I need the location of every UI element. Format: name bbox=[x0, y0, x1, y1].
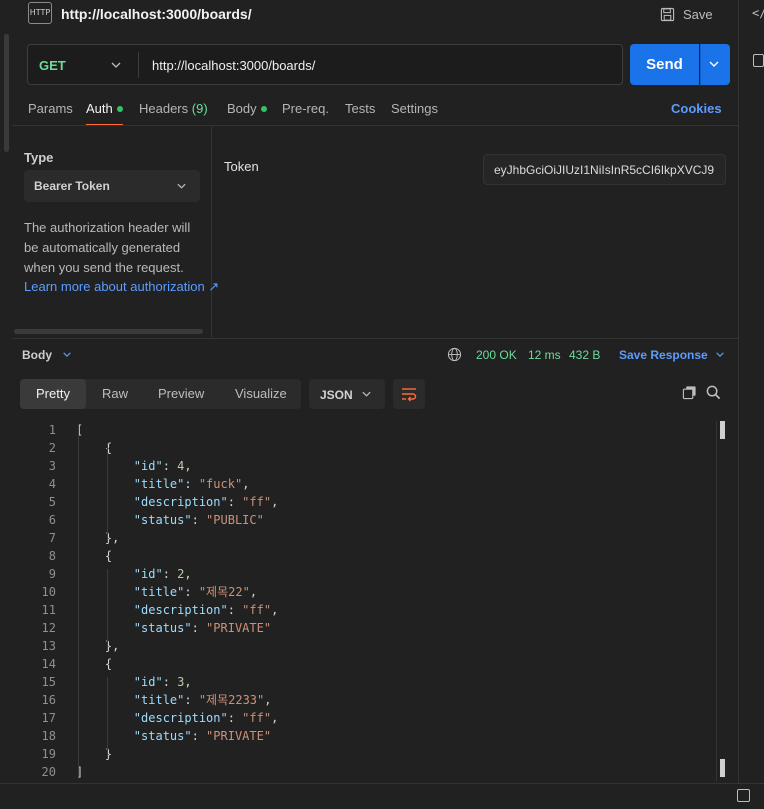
editor-scrollbar-marker[interactable] bbox=[720, 421, 725, 439]
auth-panel-scrollbar[interactable] bbox=[14, 329, 203, 334]
headers-count: (9) bbox=[191, 101, 208, 116]
line-number: 19 bbox=[41, 747, 56, 761]
tab-pretty[interactable]: Pretty bbox=[20, 379, 86, 409]
code-text: "id": 3, bbox=[133, 675, 192, 689]
save-label: Save bbox=[683, 6, 713, 22]
send-button[interactable]: Send bbox=[630, 44, 699, 85]
token-input[interactable] bbox=[483, 154, 726, 185]
line-number: 11 bbox=[41, 603, 56, 617]
tab-raw[interactable]: Raw bbox=[102, 386, 128, 401]
line-number: 18 bbox=[41, 729, 56, 743]
method-select[interactable]: GET bbox=[39, 58, 66, 73]
info-panel-icon[interactable] bbox=[753, 54, 764, 67]
line-number: 8 bbox=[48, 549, 56, 563]
code-text: "status": "PRIVATE" bbox=[133, 621, 272, 635]
tab-prereq[interactable]: Pre-req. bbox=[282, 101, 329, 116]
token-label: Token bbox=[224, 159, 259, 174]
layout-icon[interactable] bbox=[737, 789, 750, 802]
line-number: 16 bbox=[41, 693, 56, 707]
tab-settings[interactable]: Settings bbox=[391, 101, 438, 116]
tab-body[interactable]: Body bbox=[227, 101, 267, 116]
line-number: 6 bbox=[48, 513, 56, 527]
save-response-button[interactable]: Save Response bbox=[619, 348, 708, 362]
code-text: "status": "PUBLIC" bbox=[133, 513, 264, 527]
http-request-icon: HTTP bbox=[28, 2, 52, 24]
tab-headers[interactable]: Headers (9) bbox=[139, 101, 208, 116]
code-text: "title": "제목22", bbox=[133, 585, 258, 599]
chevron-down-icon[interactable] bbox=[110, 60, 122, 70]
code-text: "title": "fuck", bbox=[133, 477, 250, 491]
chevron-down-icon bbox=[709, 61, 719, 67]
chevron-down-icon bbox=[362, 391, 371, 397]
left-scrollbar[interactable] bbox=[4, 34, 9, 152]
line-number: 7 bbox=[48, 531, 56, 545]
line-number: 10 bbox=[41, 585, 56, 599]
code-text: "id": 2, bbox=[133, 567, 192, 581]
indent-guide bbox=[107, 569, 108, 651]
line-number: 4 bbox=[48, 477, 56, 491]
code-text: }, bbox=[76, 531, 120, 545]
line-number: 14 bbox=[41, 657, 56, 671]
tab-body-label: Body bbox=[227, 101, 257, 116]
response-body-select[interactable]: Body bbox=[22, 348, 52, 362]
editor-scroll-track bbox=[716, 421, 717, 781]
code-text: }, bbox=[76, 639, 120, 653]
chevron-down-icon bbox=[177, 183, 186, 189]
tab-auth[interactable]: Auth bbox=[86, 101, 123, 116]
tab-visualize[interactable]: Visualize bbox=[235, 386, 287, 401]
url-input[interactable] bbox=[145, 52, 615, 78]
tab-params[interactable]: Params bbox=[28, 101, 73, 116]
response-divider bbox=[12, 338, 738, 339]
line-number: 2 bbox=[48, 441, 56, 455]
code-text: "status": "PRIVATE" bbox=[133, 729, 272, 743]
status-code[interactable]: 200 OK bbox=[476, 348, 517, 362]
indent-guide bbox=[107, 443, 108, 543]
code-snippet-icon[interactable]: </ bbox=[752, 6, 764, 20]
line-number: 13 bbox=[41, 639, 56, 653]
response-body-editor[interactable]: 1[2 {3 "id": 4, 4 "title": "fuck", 5 "desc… bbox=[0, 421, 716, 781]
auth-type-value: Bearer Token bbox=[34, 179, 110, 193]
format-value: JSON bbox=[320, 388, 353, 402]
line-number: 12 bbox=[41, 621, 56, 635]
globe-icon[interactable] bbox=[447, 347, 462, 362]
auth-type-label: Type bbox=[24, 150, 54, 165]
indent-guide bbox=[107, 677, 108, 759]
line-number: 17 bbox=[41, 711, 56, 725]
learn-more-link[interactable]: Learn more about authorization ↗ bbox=[24, 279, 219, 295]
chevron-down-icon[interactable] bbox=[62, 350, 72, 359]
line-number: 20 bbox=[41, 765, 56, 779]
request-title[interactable]: http://localhost:3000/boards/ bbox=[61, 6, 252, 22]
copy-icon[interactable] bbox=[682, 385, 697, 400]
auth-active-dot bbox=[116, 106, 123, 112]
search-icon[interactable] bbox=[706, 385, 721, 400]
url-divider bbox=[138, 52, 139, 78]
tab-auth-label: Auth bbox=[86, 101, 113, 116]
save-button[interactable]: Save bbox=[660, 4, 713, 24]
tab-tests[interactable]: Tests bbox=[345, 101, 375, 116]
body-active-dot bbox=[260, 106, 267, 112]
editor-scrollbar-marker[interactable] bbox=[720, 759, 725, 777]
code-text: "title": "제목2233", bbox=[133, 693, 272, 707]
response-size[interactable]: 432 B bbox=[569, 348, 600, 362]
line-number: 5 bbox=[48, 495, 56, 509]
line-number: 15 bbox=[41, 675, 56, 689]
code-text: "id": 4, bbox=[133, 459, 192, 473]
line-number: 9 bbox=[48, 567, 56, 581]
save-icon bbox=[660, 7, 675, 21]
tab-preview[interactable]: Preview bbox=[158, 386, 204, 401]
line-number: 1 bbox=[48, 423, 56, 437]
indent-guide bbox=[78, 425, 79, 777]
code-text: { bbox=[76, 657, 113, 671]
response-time[interactable]: 12 ms bbox=[528, 348, 561, 362]
auth-description: The authorization header will be automat… bbox=[24, 220, 191, 275]
wrap-lines-icon bbox=[402, 388, 417, 402]
tab-headers-label: Headers bbox=[139, 101, 189, 116]
cookies-link[interactable]: Cookies bbox=[671, 101, 722, 116]
chevron-down-icon[interactable] bbox=[715, 350, 725, 359]
right-sidebar bbox=[738, 0, 764, 783]
line-number: 3 bbox=[48, 459, 56, 473]
code-text: { bbox=[76, 549, 113, 563]
status-bar bbox=[0, 783, 764, 809]
